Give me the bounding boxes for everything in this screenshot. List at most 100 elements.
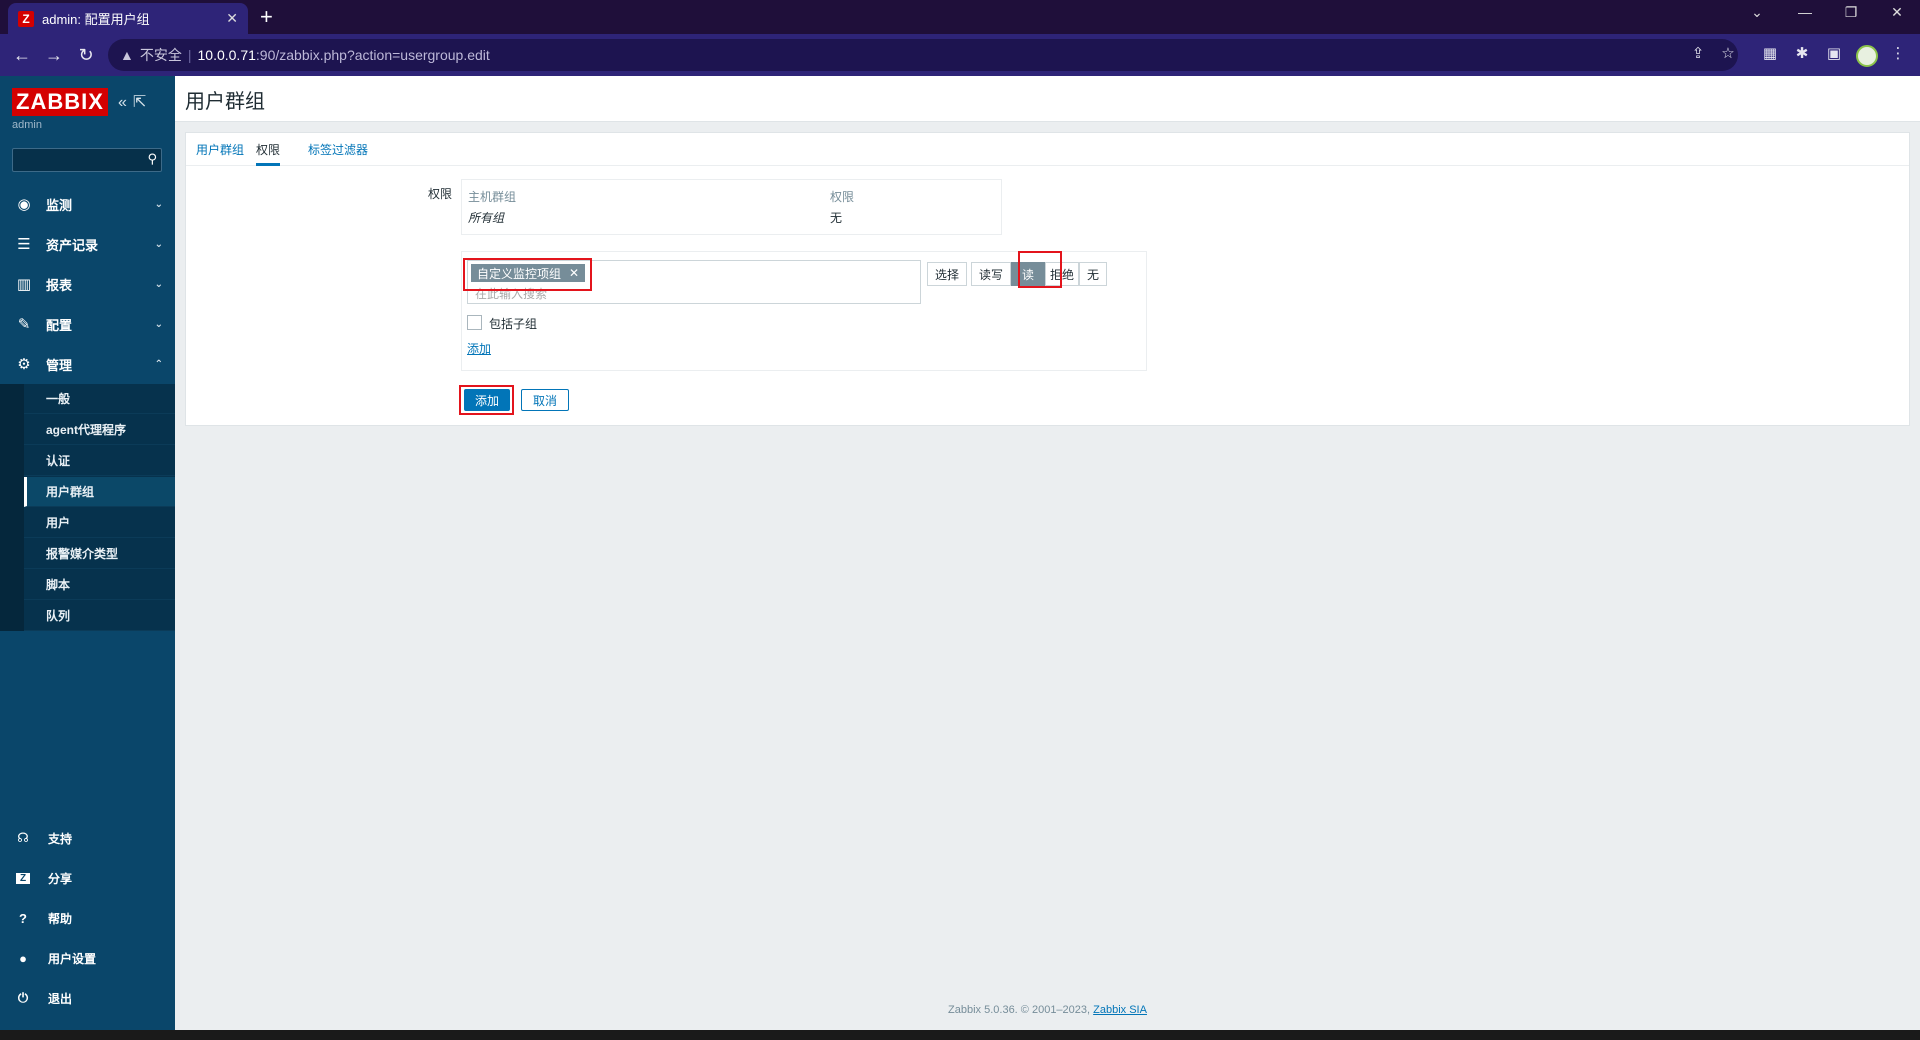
zabbix-logo[interactable]: ZABBIX [12, 88, 108, 116]
browser-tab[interactable]: Z admin: 配置用户组 ✕ [8, 3, 248, 34]
security-label: 不安全 [139, 47, 182, 63]
tab-permissions[interactable]: 权限 [256, 141, 281, 166]
support-link[interactable]: ☊ 支持 [0, 820, 175, 856]
menu-label: 报表 [46, 277, 73, 293]
footer: Zabbix 5.0.36. © 2001–2023, Zabbix SIA [175, 1004, 1920, 1016]
tab-user-group[interactable]: 用户群组 [196, 141, 244, 166]
share-link[interactable]: Z 分享 [0, 860, 175, 896]
menu-label: 监测 [46, 197, 73, 213]
permissions-label: 权限 [428, 187, 453, 201]
tab-close-icon[interactable]: ✕ [226, 10, 238, 27]
menu-monitoring[interactable]: ◉ 监测 ⌄ [0, 184, 175, 224]
chevron-down-icon: ⌄ [154, 278, 163, 290]
select-button[interactable]: 选择 [927, 262, 967, 286]
tab-title: admin: 配置用户组 [42, 12, 150, 27]
submenu-media-types[interactable]: 报警媒介类型 [24, 539, 175, 569]
logout-label: 退出 [48, 991, 73, 1006]
user-settings-link[interactable]: ● 用户设置 [0, 940, 175, 976]
highlight-selected-group [463, 258, 592, 291]
help-icon: ? [19, 910, 27, 926]
bar-chart-icon: ▥ [16, 276, 32, 293]
warning-icon: ▲ [120, 47, 134, 63]
menu-label: 资产记录 [46, 237, 99, 253]
separator: | [187, 47, 192, 63]
user-icon: ● [19, 950, 27, 966]
share-page-icon[interactable]: ⇪ [1686, 44, 1710, 62]
menu-label: 配置 [46, 317, 73, 333]
address-bar[interactable]: ▲ 不安全 | 10.0.0.71:90/zabbix.php?action=u… [108, 39, 1738, 71]
submenu-general[interactable]: 一般 [24, 384, 175, 414]
wrench-icon: ✎ [17, 316, 31, 333]
submenu-user-groups[interactable]: 用户群组 [24, 477, 175, 507]
highlight-add-button [459, 385, 514, 415]
permission-none[interactable]: 无 [1079, 262, 1107, 286]
add-permission-link[interactable]: 添加 [467, 340, 491, 357]
column-header-permission: 权限 [830, 190, 855, 204]
chevron-down-icon: ⌄ [154, 198, 163, 210]
menu-label: 管理 [46, 357, 73, 373]
chevron-down-icon: ⌄ [154, 238, 163, 250]
back-icon[interactable]: ← [6, 45, 38, 66]
extension-icon[interactable]: ▦ [1758, 44, 1782, 62]
eye-icon: ◉ [17, 196, 31, 213]
browser-toolbar: ← → ↻ ▲ 不安全 | 10.0.0.71:90/zabbix.php?ac… [0, 34, 1920, 76]
user-settings-label: 用户设置 [48, 951, 97, 966]
minimize-icon[interactable]: — [1790, 4, 1820, 20]
footer-link[interactable]: Zabbix SIA [1093, 1004, 1147, 1016]
help-link[interactable]: ? 帮助 [0, 900, 175, 936]
menu-configuration[interactable]: ✎ 配置 ⌄ [0, 304, 175, 344]
search-icon[interactable]: ⚲ [147, 151, 157, 167]
share-label: 分享 [48, 871, 73, 886]
submenu-users[interactable]: 用户 [24, 508, 175, 538]
profile-avatar[interactable] [1856, 45, 1878, 67]
footer-text: Zabbix 5.0.36. © 2001–2023, [948, 1004, 1091, 1016]
url-host: 10.0.0.71 [197, 47, 256, 63]
cell-permission: 无 [830, 211, 843, 225]
menu-administration[interactable]: ⚙ 管理 ⌃ [0, 344, 175, 384]
submenu-rail [0, 384, 24, 631]
list-icon: ☰ [17, 236, 31, 253]
sidebar-username: admin [12, 119, 42, 131]
browser-tabstrip: Z admin: 配置用户组 ✕ + ⌄ — ❐ ✕ [0, 0, 1920, 34]
more-menu-icon[interactable]: ⋮ [1886, 44, 1910, 62]
power-icon: ⏻ [17, 990, 29, 1005]
collapse-sidebar-icon[interactable]: «⇱ [118, 92, 152, 112]
submenu-scripts[interactable]: 脚本 [24, 570, 175, 600]
chevron-down-icon: ⌄ [154, 318, 163, 330]
support-label: 支持 [48, 831, 73, 846]
sidebar-search-input[interactable]: ⚲ [12, 148, 162, 172]
bookmark-star-icon[interactable]: ☆ [1716, 44, 1740, 62]
close-window-icon[interactable]: ✕ [1882, 4, 1912, 21]
gear-icon: ⚙ [17, 356, 31, 373]
menu-reports[interactable]: ▥ 报表 ⌄ [0, 264, 175, 304]
headset-icon: ☊ [17, 830, 29, 845]
column-header-host-group: 主机群组 [468, 190, 517, 204]
menu-inventory[interactable]: ☰ 资产记录 ⌄ [0, 224, 175, 264]
form-panel: 用户群组 权限 标签过滤器 权限 主机群组 权限 所有组 无 自定义监控项组 ✕… [185, 132, 1910, 426]
logout-link[interactable]: ⏻ 退出 [0, 980, 175, 1016]
tab-search-icon[interactable]: ⌄ [1742, 4, 1772, 21]
url-path: :90/zabbix.php?action=usergroup.edit [255, 47, 490, 63]
cancel-button[interactable]: 取消 [521, 389, 569, 411]
new-tab-icon[interactable]: + [260, 4, 273, 30]
include-subgroups-label: 包括子组 [489, 317, 538, 331]
submenu-authentication[interactable]: 认证 [24, 446, 175, 476]
permission-read-write[interactable]: 读写 [971, 262, 1011, 286]
tab-bar: 用户群组 权限 标签过滤器 [186, 133, 1909, 166]
include-subgroups-checkbox[interactable] [467, 315, 482, 330]
share-icon: Z [16, 872, 30, 884]
forward-icon[interactable]: → [38, 45, 70, 66]
zabbix-favicon-icon: Z [18, 10, 34, 27]
submenu-queue[interactable]: 队列 [24, 601, 175, 631]
taskbar-strip [0, 1030, 1920, 1040]
submenu-proxies[interactable]: agent代理程序 [24, 415, 175, 445]
side-panel-icon[interactable]: ▣ [1822, 44, 1846, 62]
page-header: 用户群组 [175, 76, 1920, 122]
tab-tag-filter[interactable]: 标签过滤器 [308, 141, 368, 166]
restore-icon[interactable]: ❐ [1836, 4, 1866, 21]
puzzle-icon[interactable]: ✱ [1790, 44, 1814, 62]
reload-icon[interactable]: ↻ [70, 45, 102, 66]
chevron-up-icon: ⌃ [154, 358, 163, 370]
highlight-read-permission [1018, 251, 1062, 288]
help-label: 帮助 [48, 911, 73, 926]
